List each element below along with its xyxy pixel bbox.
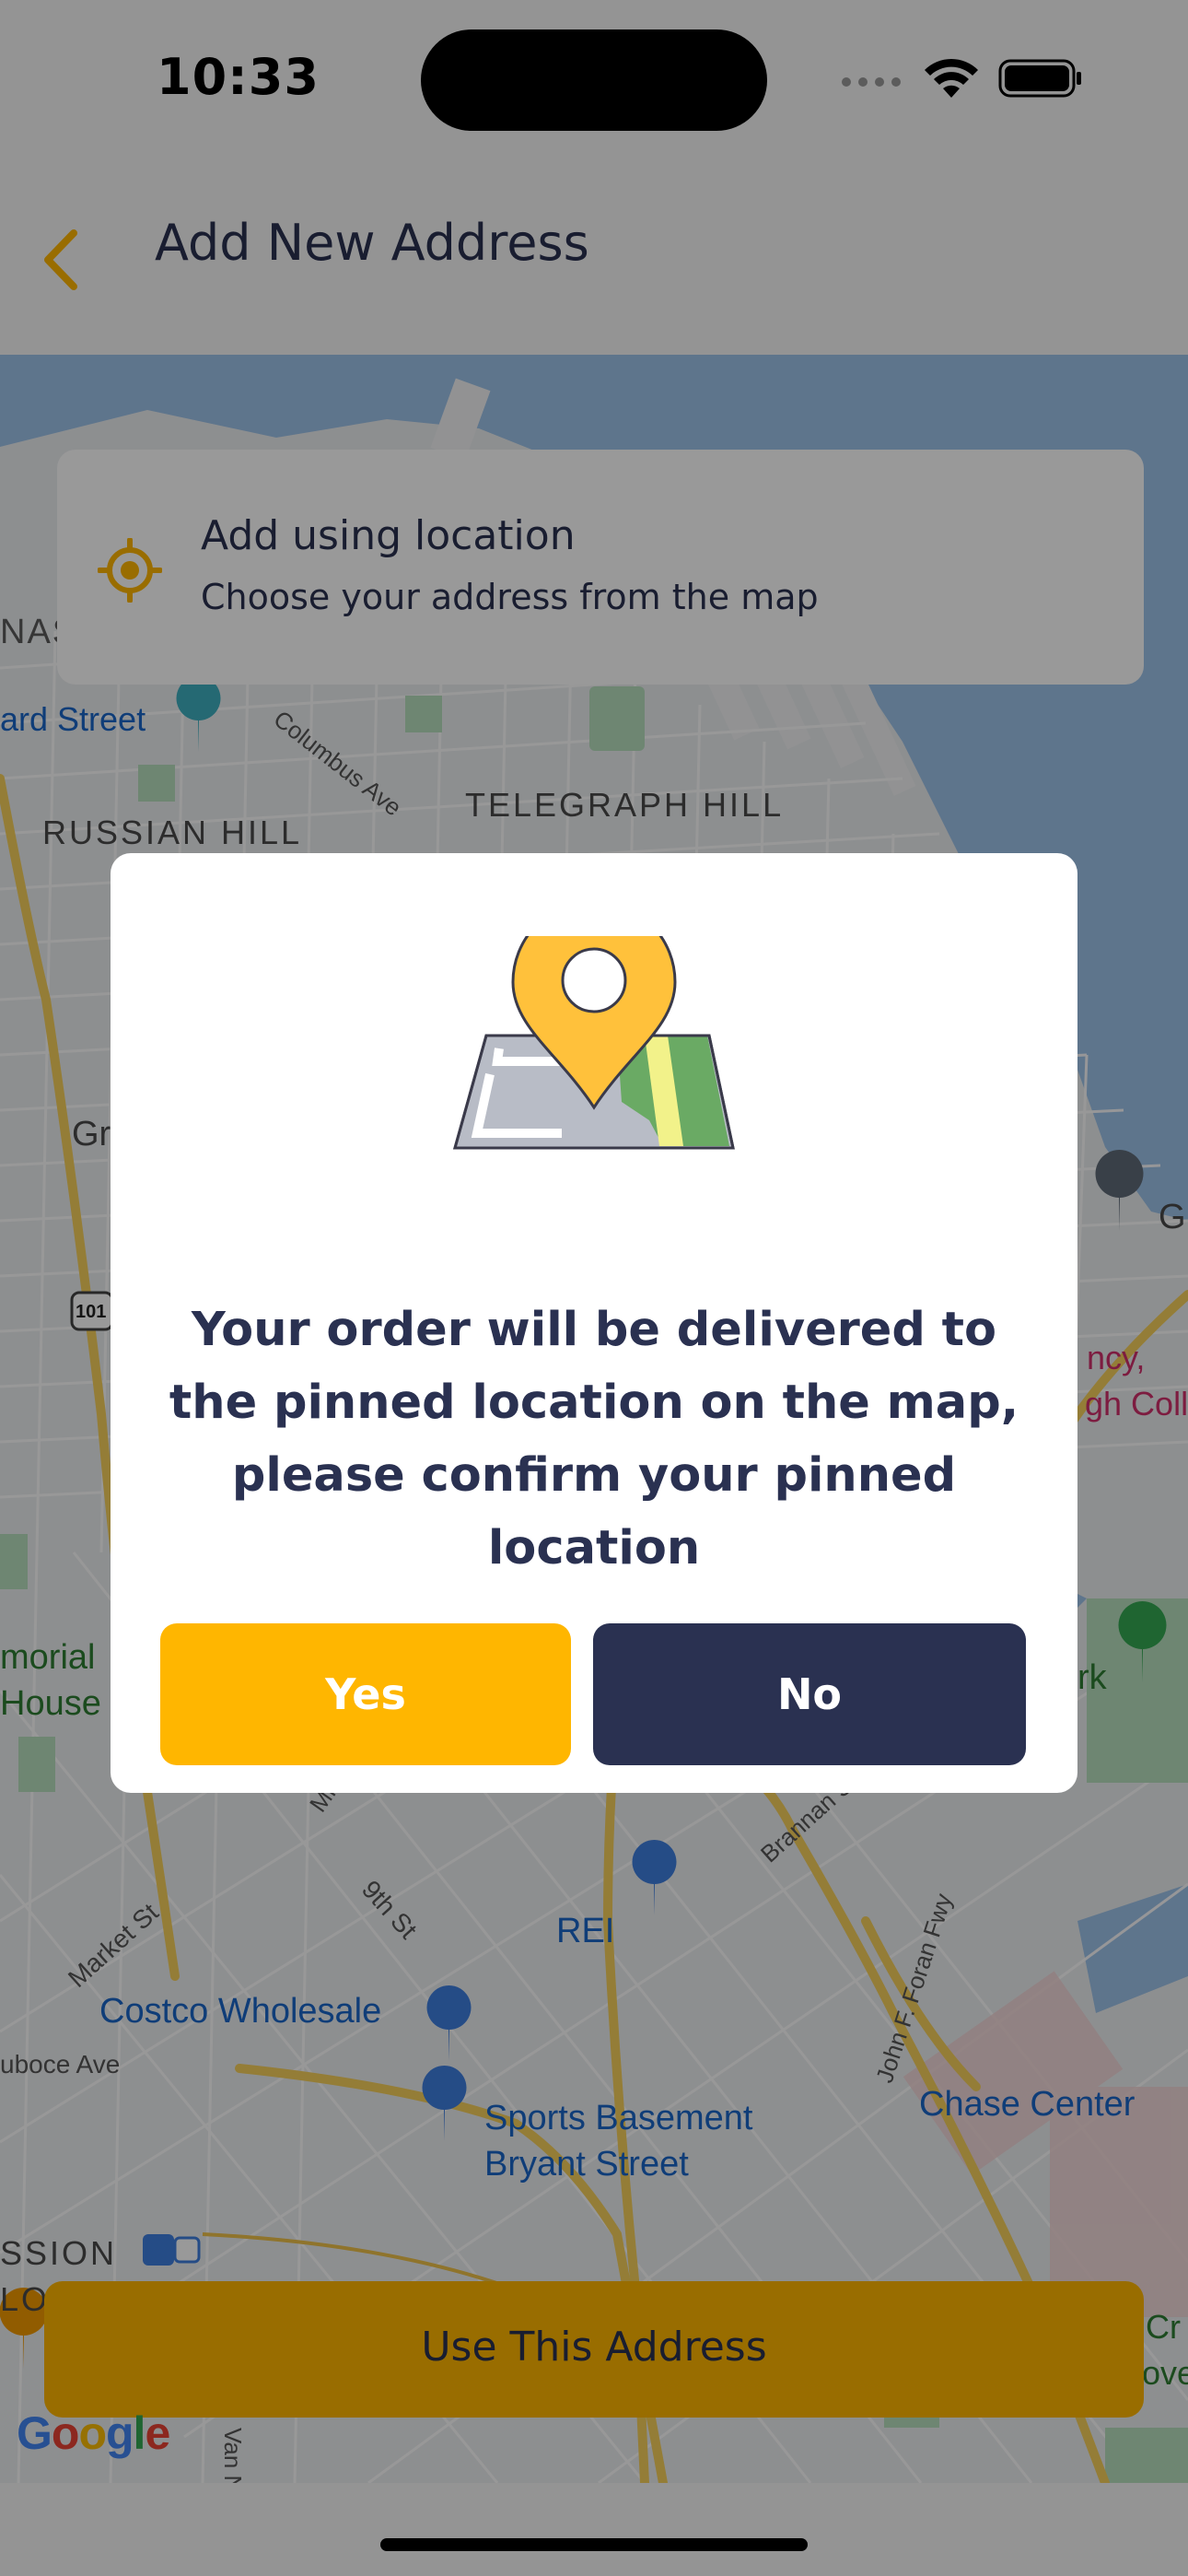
dialog-message: Your order will be delivered to the pinn… — [169, 1303, 1019, 1575]
yes-button[interactable]: Yes — [160, 1623, 571, 1765]
yes-button-label: Yes — [325, 1669, 406, 1719]
no-button[interactable]: No — [593, 1623, 1026, 1765]
confirm-location-dialog: Your order will be delivered to the pinn… — [111, 853, 1077, 1793]
no-button-label: No — [776, 1669, 843, 1719]
map-pin-illustration-icon — [453, 936, 735, 1150]
